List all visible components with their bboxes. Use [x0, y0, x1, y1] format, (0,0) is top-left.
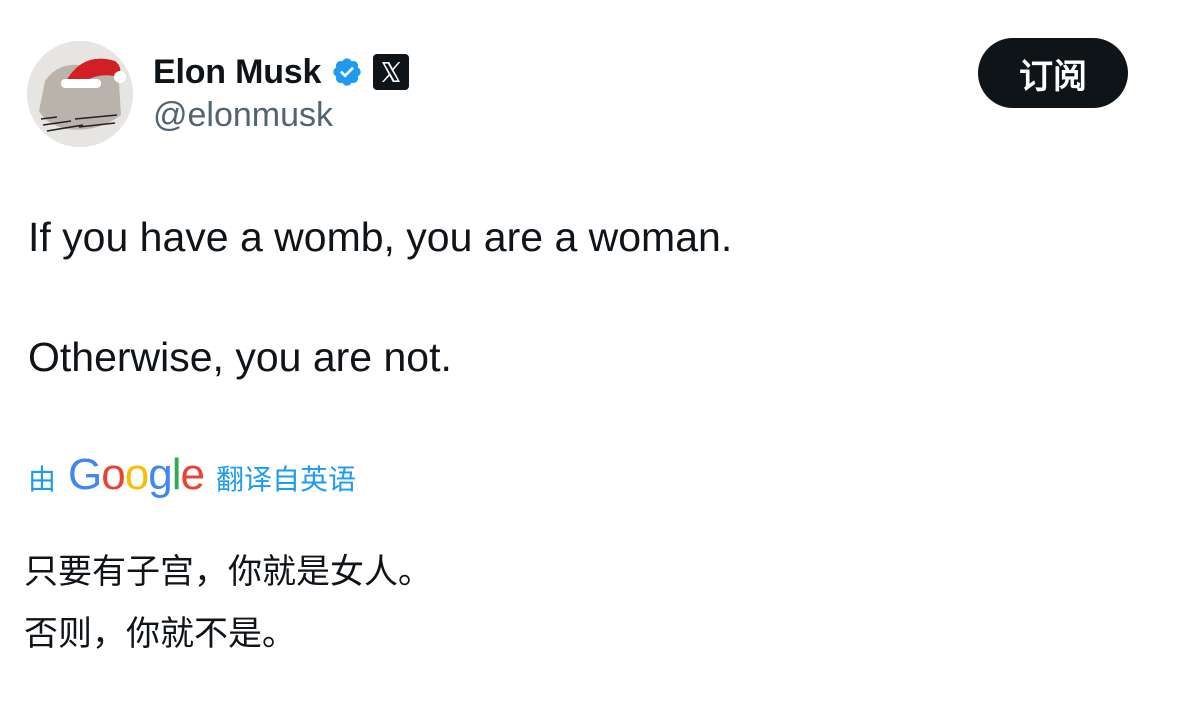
google-logo-letter: o	[124, 450, 150, 499]
google-logo-letter: g	[148, 450, 173, 499]
translation-attribution[interactable]: 由 Google 翻译自英语	[28, 452, 356, 504]
google-logo-letter: l	[171, 450, 182, 499]
google-logo-letter: e	[180, 450, 205, 499]
avatar[interactable]	[27, 41, 133, 147]
x-logo-icon[interactable]	[373, 54, 410, 90]
author-display-name[interactable]: Elon Musk	[153, 53, 321, 92]
tweet-text-line-1: If you have a womb, you are a woman.	[28, 214, 733, 260]
translated-text-line-2: 否则，你就不是。	[24, 614, 296, 654]
tweet-text-line-2: Otherwise, you are not.	[28, 334, 452, 380]
subscribe-button[interactable]: 订阅	[978, 38, 1128, 108]
translated-by-label: 由	[28, 463, 57, 496]
translated-text-line-1: 只要有子宫，你就是女人。	[24, 552, 432, 592]
verified-badge-icon[interactable]	[331, 56, 363, 88]
google-logo-letter: G	[68, 450, 102, 499]
google-logo-letter: o	[101, 450, 126, 499]
author-handle[interactable]: @elonmusk	[153, 96, 333, 135]
google-logo: Google	[68, 450, 205, 499]
author-name-row: Elon Musk	[153, 50, 410, 94]
avatar-image	[27, 41, 133, 147]
translated-from-label: 翻译自英语	[215, 463, 356, 496]
